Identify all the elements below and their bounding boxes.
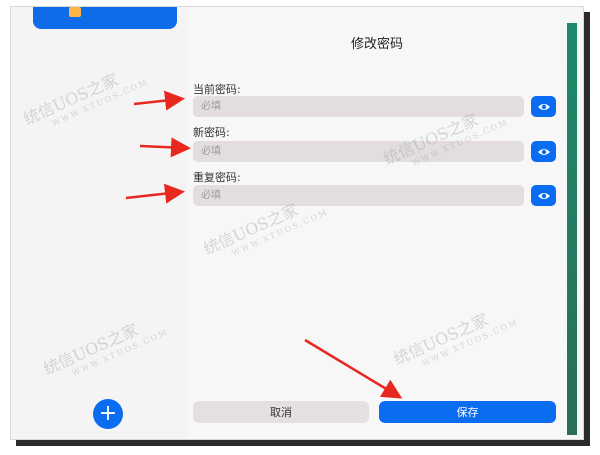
change-password-dialog: 修改密码 当前密码: 新密码: 重复密码: 取消 保存 [187,7,567,439]
repeat-password-input[interactable] [193,185,524,206]
account-sidebar: + [11,7,187,439]
current-password-label: 当前密码: [193,83,241,96]
toggle-repeat-password-visibility-button[interactable] [531,185,556,206]
eye-icon [537,192,550,199]
eye-icon [537,148,550,155]
repeat-password-label: 重复密码: [193,171,241,184]
account-card[interactable] [33,7,177,29]
current-password-input[interactable] [193,96,524,117]
save-button[interactable]: 保存 [379,401,556,423]
new-password-label: 新密码: [193,126,230,139]
background-window-edge [567,23,577,435]
toggle-current-password-visibility-button[interactable] [531,96,556,117]
eye-icon [537,103,550,110]
add-account-button[interactable]: + [93,399,123,429]
dialog-title: 修改密码 [350,37,403,52]
account-badge-icon [69,7,81,17]
app-window: + 修改密码 当前密码: 新密码: 重复密码: 取消 保存 [10,6,584,440]
cancel-button[interactable]: 取消 [193,401,369,423]
toggle-new-password-visibility-button[interactable] [531,141,556,162]
plus-icon: + [98,401,118,426]
new-password-input[interactable] [193,141,524,162]
